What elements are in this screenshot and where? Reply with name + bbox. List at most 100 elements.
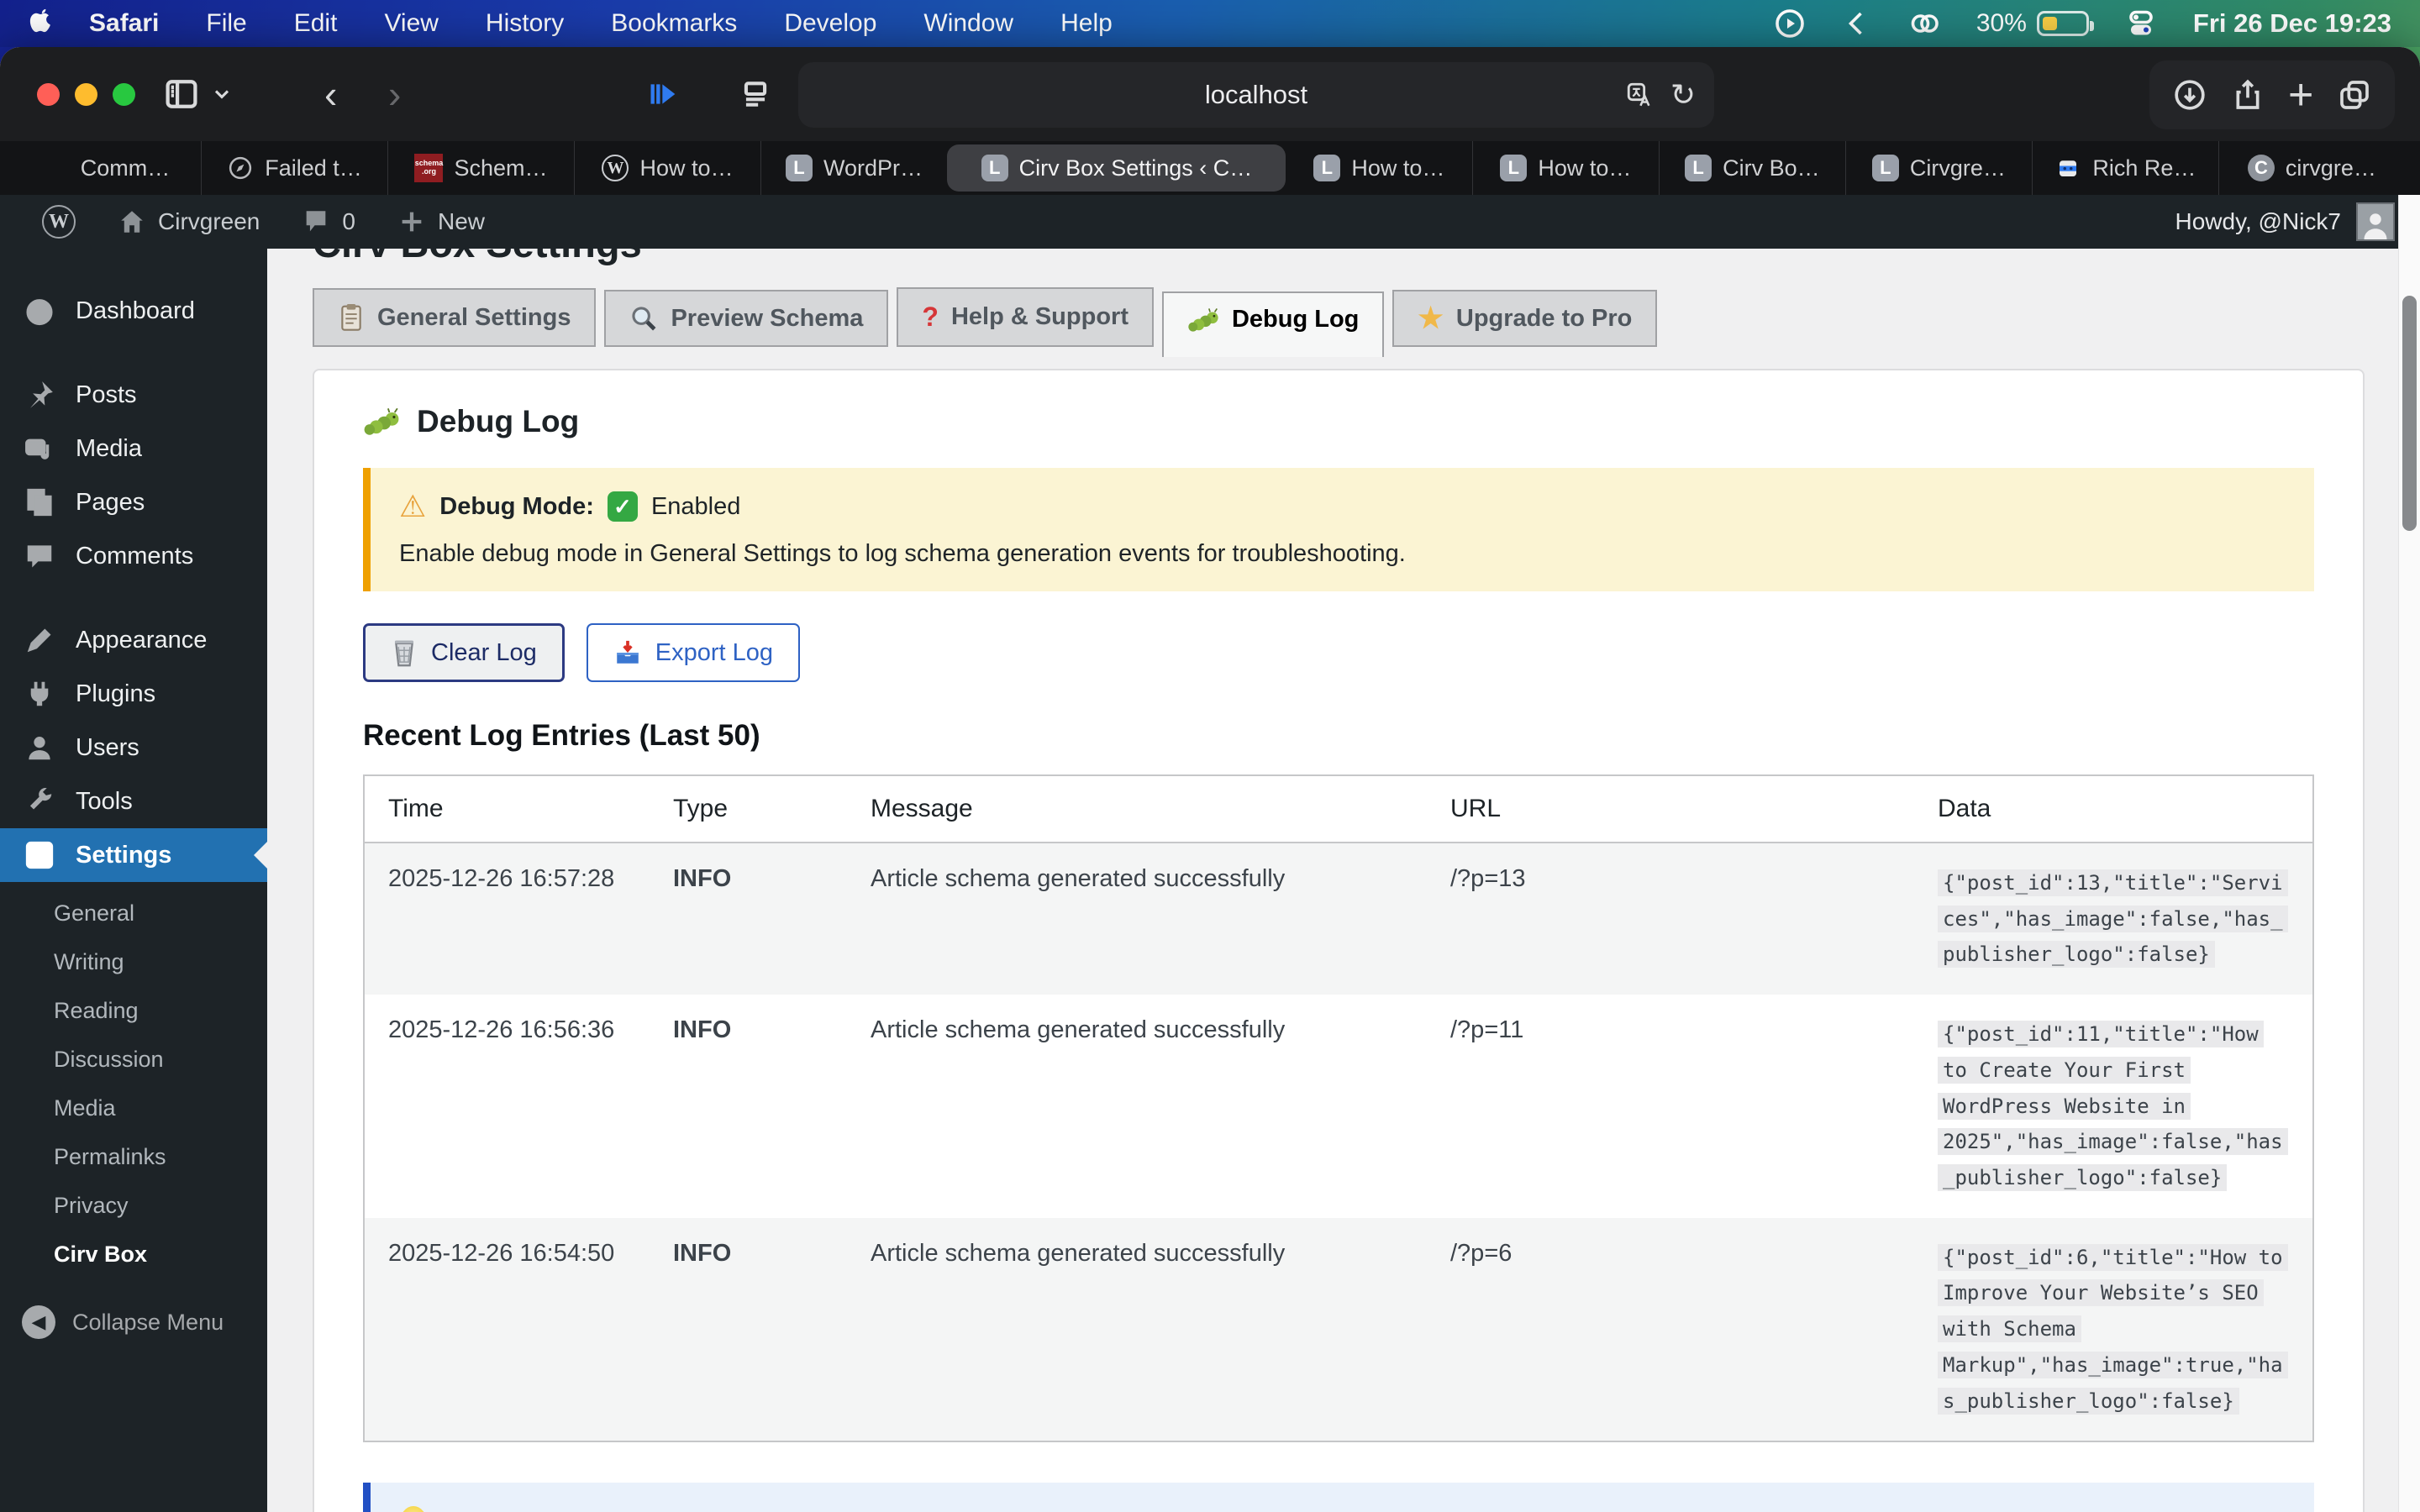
page-scrollbar[interactable] [2398, 195, 2420, 1512]
safari-tab-4[interactable]: W How to… [574, 141, 760, 195]
submenu-cirv-box[interactable]: Cirv Box [0, 1230, 267, 1278]
col-message: Message [847, 775, 1427, 843]
translate-icon[interactable] [1625, 81, 1654, 109]
sidebar-toggle-button[interactable] [165, 66, 234, 123]
tab-upgrade-pro[interactable]: ★ Upgrade to Pro [1392, 290, 1658, 347]
submenu-permalinks[interactable]: Permalinks [0, 1132, 267, 1181]
menu-help[interactable]: Help [1037, 9, 1136, 38]
sidebar-item-users[interactable]: Users [0, 721, 267, 774]
settings-submenu: General Writing Reading Discussion Media… [0, 882, 267, 1282]
menu-history[interactable]: History [462, 9, 587, 38]
forward-button[interactable]: › [388, 66, 401, 123]
wp-sidebar: Dashboard Posts Media Pages Comments App… [0, 249, 267, 1512]
menu-edit[interactable]: Edit [271, 9, 361, 38]
step-forward-icon[interactable] [645, 66, 682, 123]
close-window-button[interactable] [37, 83, 60, 106]
c-favicon: C [2247, 155, 2275, 181]
sidebar-item-comments[interactable]: Comments [0, 529, 267, 583]
export-log-button[interactable]: Export Log [586, 623, 801, 682]
safari-tab-7[interactable]: L How to… [1286, 141, 1472, 195]
submenu-media[interactable]: Media [0, 1084, 267, 1132]
wordpress-favicon: W [602, 155, 629, 181]
pages-icon [27, 488, 52, 517]
safari-tab-10[interactable]: L Cirvgre… [1844, 141, 2032, 195]
sidebar-item-appearance[interactable]: Appearance [0, 613, 267, 667]
submenu-writing[interactable]: Writing [0, 937, 267, 986]
sidebar-item-media[interactable]: Media [0, 422, 267, 475]
account-menu[interactable]: Howdy, @Nick7 [2175, 202, 2395, 241]
reload-icon[interactable]: ↻ [1670, 80, 1696, 110]
wp-logo-button[interactable]: W [25, 195, 92, 249]
page-title: Cirv Box Settings [313, 249, 2365, 267]
safari-tab-1[interactable]: Comm… [15, 141, 201, 195]
sidebar-item-dashboard[interactable]: Dashboard [0, 284, 267, 338]
cell-data: {"post_id":13,"title":"Services","has_im… [1914, 843, 2313, 995]
clear-log-button[interactable]: Clear Log [363, 623, 565, 682]
brush-icon [27, 628, 51, 653]
new-tab-button[interactable]: + [2288, 73, 2313, 117]
new-content-button[interactable]: New [381, 195, 502, 249]
tab-preview-schema[interactable]: Preview Schema [604, 290, 889, 347]
safari-tab-3[interactable]: schema .org Schem… [387, 141, 574, 195]
sidebar-item-plugins[interactable]: Plugins [0, 667, 267, 721]
menu-window[interactable]: Window [900, 9, 1037, 38]
reader-layout-icon[interactable] [739, 66, 771, 123]
scrollbar-thumb[interactable] [2402, 296, 2417, 531]
site-name-button[interactable]: Cirvgreen [101, 195, 276, 249]
tab-help-support[interactable]: ? Help & Support [897, 287, 1154, 347]
zoom-window-button[interactable] [113, 83, 135, 106]
submenu-general[interactable]: General [0, 889, 267, 937]
chevron-down-icon [214, 90, 229, 99]
home-icon [121, 211, 143, 233]
sidebar-item-tools[interactable]: Tools [0, 774, 267, 828]
menu-bookmarks[interactable]: Bookmarks [587, 9, 760, 38]
control-center-icon[interactable] [2126, 8, 2156, 39]
submenu-privacy[interactable]: Privacy [0, 1181, 267, 1230]
comments-button[interactable]: 0 [285, 195, 372, 249]
playback-status-icon[interactable] [1775, 8, 1805, 39]
safari-tab-5[interactable]: L WordPr… [760, 141, 947, 195]
menu-file[interactable]: File [182, 9, 270, 38]
caterpillar-icon [1188, 307, 1218, 332]
sidebar-item-settings[interactable]: Settings [0, 828, 267, 882]
safari-tab-12[interactable]: C cirvgre… [2217, 141, 2405, 195]
battery-status[interactable]: 30% [1976, 9, 2094, 38]
settings-icon [25, 841, 54, 869]
tab-general-settings[interactable]: General Settings [313, 288, 597, 347]
debug-mode-description: Enable debug mode in General Settings to… [399, 540, 1406, 567]
sidebar-item-pages[interactable]: Pages [0, 475, 267, 529]
submenu-reading[interactable]: Reading [0, 986, 267, 1035]
share-button[interactable] [2231, 78, 2265, 112]
robot-favicon [2054, 155, 2081, 181]
menu-develop[interactable]: Develop [760, 9, 900, 38]
collapse-menu-button[interactable]: ◀ Collapse Menu [0, 1295, 267, 1349]
main-content: Cirv Box Settings General Settings Previ… [267, 249, 2420, 1512]
safari-tab-11[interactable]: Rich Re… [2031, 141, 2218, 195]
menu-safari[interactable]: Safari [66, 9, 182, 38]
menubar-clock[interactable]: Fri 26 Dec 19:23 [2193, 8, 2391, 39]
dashboard-icon [26, 299, 53, 326]
minimize-window-button[interactable] [75, 83, 97, 106]
table-header-row: Time Type Message URL Data [364, 775, 2313, 843]
log-table: Time Type Message URL Data 2025-12-26 16… [363, 774, 2314, 1443]
l-favicon: L [785, 155, 813, 181]
downloads-button[interactable] [2173, 78, 2207, 112]
safari-tab-8[interactable]: L How to… [1471, 141, 1659, 195]
debug-mode-value: Enabled [650, 492, 741, 520]
submenu-discussion[interactable]: Discussion [0, 1035, 267, 1084]
tab-overview-button[interactable] [2338, 78, 2371, 112]
magnifier-icon [632, 307, 656, 331]
back-button[interactable]: ‹ [324, 66, 337, 123]
sidebar-item-posts[interactable]: Posts [0, 368, 267, 422]
safari-tab-6-active[interactable]: L Cirv Box Settings ‹ C… [947, 144, 1286, 192]
safari-tab-2[interactable]: Failed t… [201, 141, 387, 195]
back-chevron-status-icon[interactable] [1842, 8, 1872, 39]
apple-menu-icon[interactable] [29, 5, 66, 42]
comments-icon [27, 545, 52, 568]
tip-heading: Using the Debug Log [443, 1509, 730, 1512]
link-icon[interactable] [1909, 8, 1939, 39]
menu-view[interactable]: View [360, 9, 461, 38]
address-bar[interactable]: localhost ↻ [798, 62, 1714, 128]
tab-debug-log[interactable]: Debug Log [1161, 291, 1385, 357]
safari-tab-9[interactable]: L Cirv Bo… [1658, 141, 1845, 195]
